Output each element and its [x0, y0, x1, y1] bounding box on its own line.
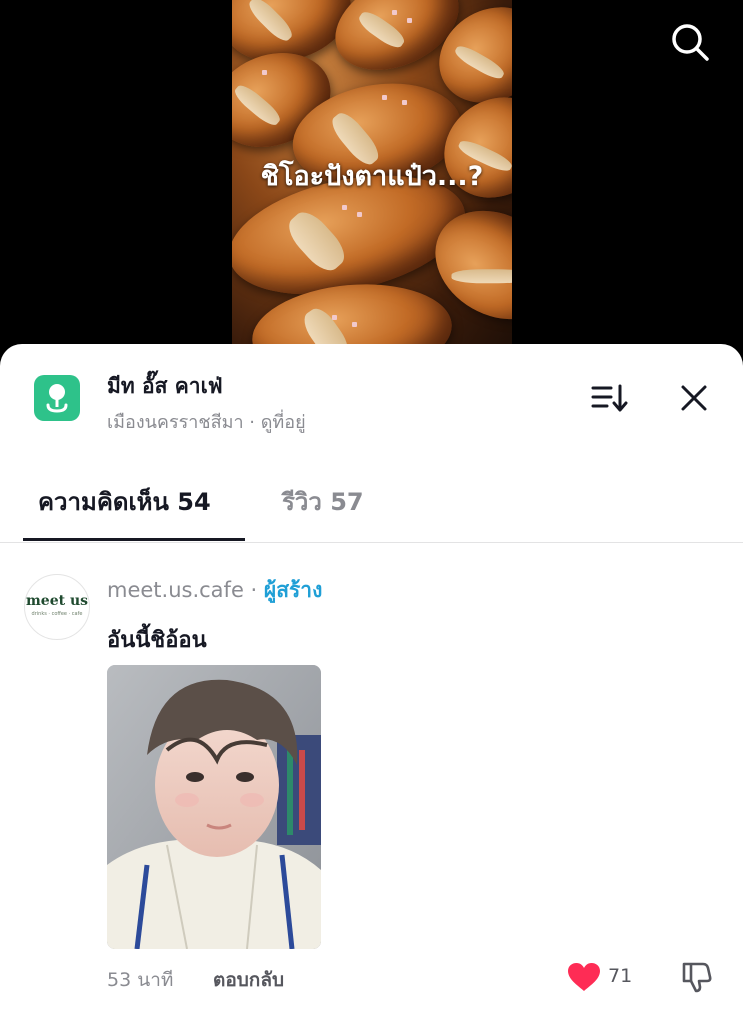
sort-icon	[591, 384, 628, 412]
comment-author[interactable]: meet.us.cafe · ผู้สร้าง	[107, 574, 322, 607]
like-button[interactable]	[566, 961, 602, 993]
search-button[interactable]	[668, 20, 712, 64]
comment-photo[interactable]	[107, 665, 321, 949]
place-pin-icon[interactable]	[34, 375, 80, 421]
tab-divider	[0, 542, 743, 543]
close-button[interactable]	[678, 382, 710, 414]
avatar-logo-text: meet us	[25, 593, 89, 609]
search-icon	[672, 24, 709, 61]
dislike-icon	[682, 962, 712, 993]
comments-sheet: มีท อั๊ส คาเฟ่ เมืองนครราชสีมา · ดูที่อย…	[0, 344, 743, 1024]
avatar[interactable]: meet us drinks · coffee · cafe	[24, 574, 90, 640]
sort-button[interactable]	[589, 382, 629, 414]
dislike-button[interactable]	[679, 958, 715, 994]
close-icon	[681, 385, 707, 411]
heart-icon	[568, 963, 600, 991]
like-count: 71	[608, 965, 633, 987]
tab-comments[interactable]: ความคิดเห็น 54	[38, 482, 211, 521]
video-caption: ชิโอะปังตาแป๋ว...?	[260, 161, 484, 192]
avatar-logo-subtext: drinks · coffee · cafe	[31, 611, 83, 617]
reply-button[interactable]: ตอบกลับ	[213, 965, 284, 995]
active-tab-indicator	[23, 538, 245, 541]
place-name[interactable]: มีท อั๊ส คาเฟ่	[107, 370, 223, 403]
comment-timestamp: 53 นาที	[107, 969, 174, 991]
creator-badge: ผู้สร้าง	[263, 578, 323, 602]
author-separator: ·	[243, 578, 264, 602]
comment-username[interactable]: meet.us.cafe	[107, 578, 244, 602]
tab-reviews[interactable]: รีวิว 57	[282, 482, 364, 521]
comment-text: อันนี้ชิอ้อน	[107, 628, 207, 653]
video-player[interactable]: ชิโอะปังตาแป๋ว...?	[0, 0, 743, 370]
place-subtitle[interactable]: เมืองนครราชสีมา · ดูที่อยู่	[107, 407, 306, 436]
